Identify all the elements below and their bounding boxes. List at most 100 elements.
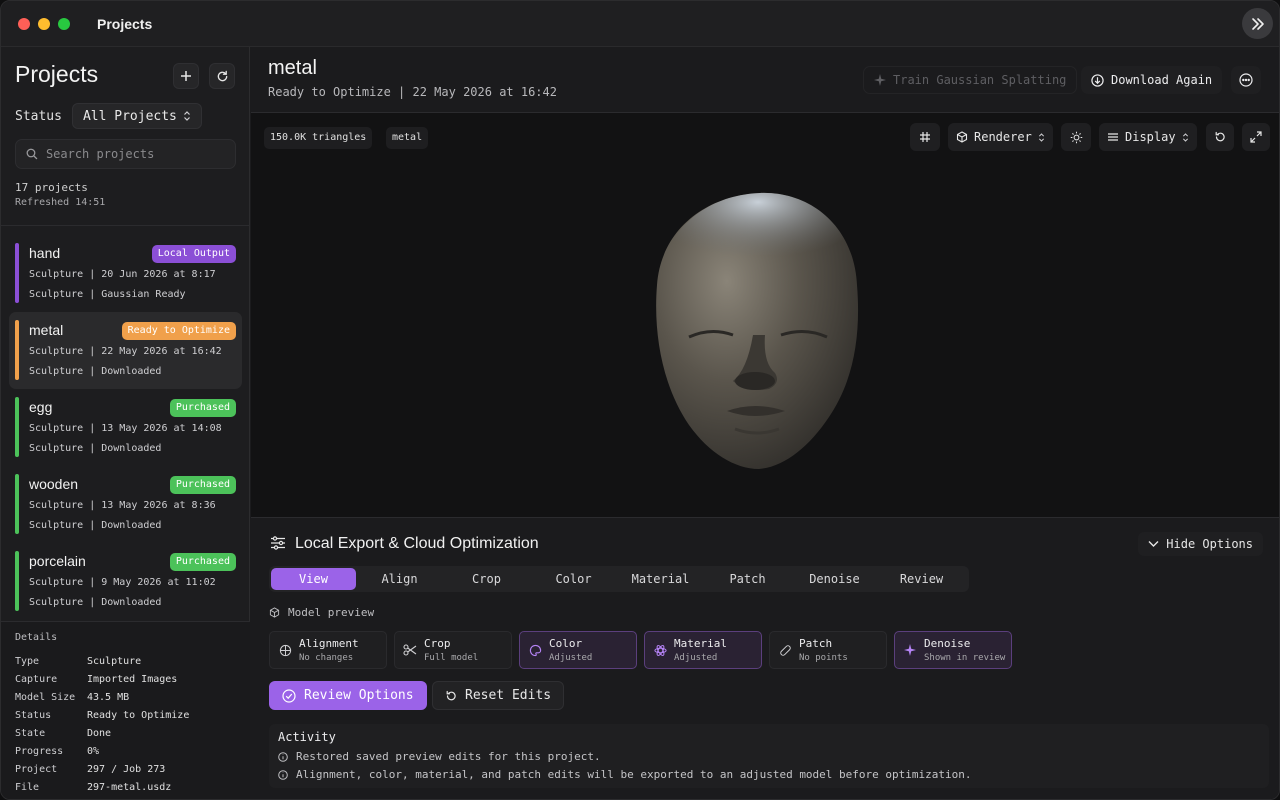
activity-text: Alignment, color, material, and patch ed… bbox=[296, 768, 972, 781]
zoom-window-button[interactable] bbox=[58, 18, 70, 30]
refreshed-time: Refreshed 14:51 bbox=[15, 197, 106, 208]
download-label[interactable]: Download Again bbox=[1111, 73, 1212, 87]
project-line1: Sculpture | 20 Jun 2026 at 8:17 bbox=[29, 269, 216, 280]
detail-row-state: State Done bbox=[15, 728, 111, 739]
chevron-down-icon bbox=[1148, 541, 1159, 547]
search-input[interactable] bbox=[45, 147, 225, 161]
tab-material[interactable]: Material bbox=[617, 566, 704, 592]
scissors-icon bbox=[403, 643, 417, 657]
project-line1: Sculpture | 13 May 2026 at 14:08 bbox=[29, 423, 222, 434]
status-badge: Ready to Optimize bbox=[121, 322, 236, 340]
project-line2: Sculpture | Downloaded bbox=[29, 520, 162, 531]
tab-align[interactable]: Align bbox=[356, 566, 443, 592]
detail-row-project: Project 297 / Job 273 bbox=[15, 764, 165, 775]
review-options-button[interactable]: Review Options bbox=[269, 681, 427, 710]
project-line2: Sculpture | Downloaded bbox=[29, 366, 162, 377]
detail-row-file: File 297-metal.usdz bbox=[15, 782, 171, 793]
status-badge: Purchased bbox=[169, 399, 236, 417]
status-select[interactable]: All Projects bbox=[71, 103, 202, 129]
project-item-hand[interactable]: hand Local Output Sculpture | 20 Jun 202… bbox=[9, 235, 242, 312]
info-icon bbox=[278, 751, 288, 762]
project-item-porcelain[interactable]: porcelain Purchased Sculpture | 9 May 20… bbox=[9, 543, 242, 620]
status-label: Status bbox=[15, 108, 62, 124]
project-line1: Sculpture | 9 May 2026 at 11:02 bbox=[29, 577, 216, 588]
model-viewport[interactable]: 150.0K triangles metal Renderer Display bbox=[251, 113, 1279, 517]
project-item-metal[interactable]: metal Ready to Optimize Sculpture | 22 M… bbox=[9, 312, 242, 389]
project-item-wooden[interactable]: wooden Purchased Sculpture | 13 May 2026… bbox=[9, 466, 242, 543]
status-badge: Purchased bbox=[169, 476, 236, 494]
project-list: hand Local Output Sculpture | 20 Jun 202… bbox=[9, 235, 242, 620]
face-sculpture-model[interactable] bbox=[649, 185, 871, 475]
tab-patch[interactable]: Patch bbox=[704, 566, 791, 592]
tab-crop[interactable]: Crop bbox=[443, 566, 530, 592]
fullscreen-button[interactable] bbox=[1242, 123, 1270, 151]
details-heading: Details bbox=[15, 632, 58, 643]
detail-value: Sculpture bbox=[87, 656, 142, 667]
check-badge-icon bbox=[282, 688, 296, 703]
detail-key: Model Size bbox=[15, 692, 76, 703]
cube-icon bbox=[956, 131, 968, 143]
train-gaussian-button[interactable]: Train Gaussian Splatting bbox=[863, 66, 1078, 94]
project-name: hand bbox=[29, 245, 61, 261]
download-circle-icon bbox=[1091, 73, 1104, 87]
card-denoise[interactable]: Denoise Shown in review bbox=[894, 631, 1012, 669]
train-label: Train Gaussian Splatting bbox=[893, 73, 1067, 87]
status-bar bbox=[15, 551, 19, 611]
download-again-button[interactable]: Download Again bbox=[1081, 66, 1223, 94]
bandage-icon bbox=[778, 643, 792, 657]
lighting-button[interactable] bbox=[1061, 123, 1091, 151]
detail-key: Project bbox=[15, 764, 58, 775]
detail-value: 43.5 MB bbox=[87, 692, 130, 703]
card-title: Patch bbox=[799, 637, 833, 650]
refresh-button[interactable] bbox=[209, 63, 235, 89]
card-crop[interactable]: Crop Full model bbox=[394, 631, 512, 669]
sidebar-title: Projects bbox=[15, 61, 99, 87]
tab-denoise[interactable]: Denoise bbox=[791, 566, 878, 592]
detail-row-progress: Progress 0% bbox=[15, 746, 99, 757]
minimize-window-button[interactable] bbox=[38, 18, 50, 30]
expand-panel-button[interactable] bbox=[1242, 8, 1273, 39]
card-alignment[interactable]: Alignment No changes bbox=[269, 631, 387, 669]
card-title: Alignment bbox=[299, 637, 359, 650]
crosshair-icon bbox=[278, 643, 292, 657]
model-preview-label: Model preview bbox=[288, 606, 375, 619]
tab-view[interactable]: View bbox=[271, 568, 356, 590]
card-color[interactable]: Color Adjusted bbox=[519, 631, 637, 669]
project-line1: Sculpture | 13 May 2026 at 8:36 bbox=[29, 500, 216, 511]
detail-key: Type bbox=[15, 656, 40, 667]
grid-toggle-button[interactable] bbox=[910, 123, 940, 151]
main-content: metal Ready to Optimize | 22 May 2026 at… bbox=[251, 47, 1279, 799]
activity-text: Restored saved preview edits for this pr… bbox=[296, 750, 601, 763]
card-subtitle: Adjusted bbox=[674, 653, 718, 663]
reset-view-button[interactable] bbox=[1206, 123, 1234, 151]
project-line2: Sculpture | Gaussian Ready bbox=[29, 289, 186, 300]
card-title: Material bbox=[674, 637, 727, 650]
detail-value: Imported Images bbox=[87, 674, 178, 685]
hide-options-button[interactable]: Hide Options bbox=[1138, 532, 1263, 556]
renderer-select[interactable]: Renderer bbox=[948, 123, 1053, 151]
reset-edits-button[interactable]: Reset Edits bbox=[432, 681, 565, 710]
close-window-button[interactable] bbox=[18, 18, 30, 30]
detail-value: Ready to Optimize bbox=[87, 710, 190, 721]
rotate-ccw-icon bbox=[1215, 131, 1225, 142]
project-name: egg bbox=[29, 399, 53, 415]
card-material[interactable]: Material Adjusted bbox=[644, 631, 762, 669]
card-subtitle: Full model bbox=[424, 653, 479, 663]
reset-edits-label: Reset Edits bbox=[465, 688, 552, 703]
chevron-up-down-icon bbox=[1182, 132, 1188, 142]
display-select[interactable]: Display bbox=[1099, 123, 1197, 151]
card-subtitle: No points bbox=[799, 653, 848, 663]
project-item-egg[interactable]: egg Purchased Sculpture | 13 May 2026 at… bbox=[9, 389, 242, 466]
status-badge: Local Output bbox=[151, 245, 236, 263]
detail-key: File bbox=[15, 782, 40, 793]
add-project-button[interactable] bbox=[173, 63, 199, 89]
card-patch[interactable]: Patch No points bbox=[769, 631, 887, 669]
detail-key: Capture bbox=[15, 674, 58, 685]
tab-color[interactable]: Color bbox=[530, 566, 617, 592]
renderer-label: Renderer bbox=[974, 130, 1032, 144]
tab-review[interactable]: Review bbox=[878, 566, 965, 592]
detail-row-status: Status Ready to Optimize bbox=[15, 710, 189, 721]
project-name: wooden bbox=[29, 476, 79, 492]
more-options-button[interactable] bbox=[1231, 66, 1261, 94]
card-subtitle: No changes bbox=[299, 653, 354, 663]
